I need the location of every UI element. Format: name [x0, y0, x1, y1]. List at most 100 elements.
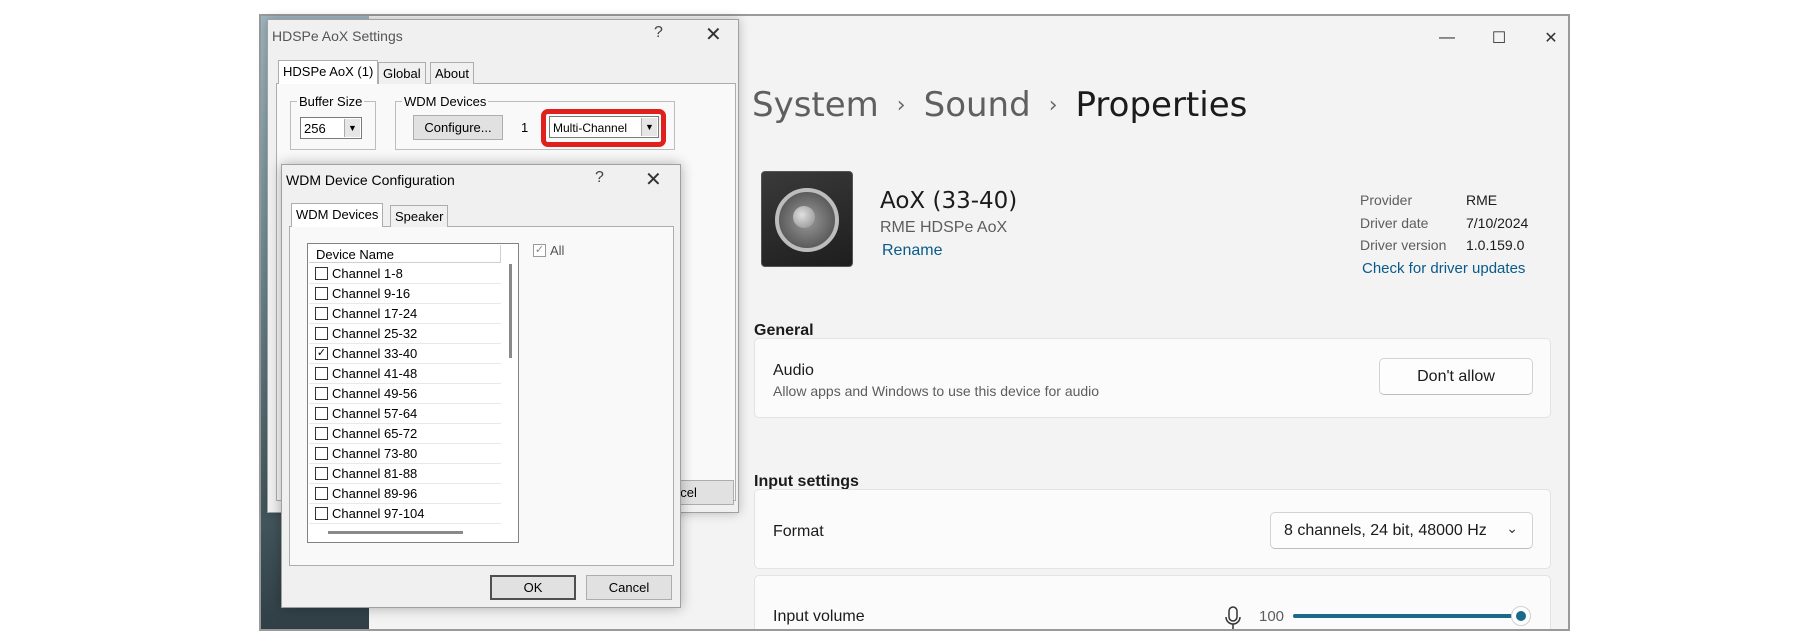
dialog-title: WDM Device Configuration	[286, 172, 455, 188]
vertical-scrollbar[interactable]	[504, 264, 518, 542]
checkbox-icon[interactable]	[315, 387, 328, 400]
list-item[interactable]: Channel 89-96	[309, 484, 501, 504]
checkbox-icon[interactable]	[315, 287, 328, 300]
close-icon[interactable]: ✕	[645, 167, 662, 192]
wdm-devices-label: WDM Devices	[404, 94, 487, 109]
all-label: All	[550, 243, 565, 258]
volume-value: 100	[1259, 608, 1285, 625]
checkbox-icon[interactable]	[315, 507, 328, 520]
dont-allow-button[interactable]: Don't allow	[1379, 358, 1533, 395]
audio-card: Audio Allow apps and Windows to use this…	[754, 338, 1551, 418]
rename-link[interactable]: Rename	[882, 242, 942, 260]
provider-value: RME	[1466, 192, 1498, 208]
list-item[interactable]: Channel 81-88	[309, 464, 501, 484]
device-name: AoX (33-40)	[880, 188, 1018, 214]
checkbox-icon[interactable]	[315, 487, 328, 500]
check-driver-updates-link[interactable]: Check for driver updates	[1362, 260, 1525, 277]
checkbox-icon[interactable]	[315, 407, 328, 420]
speaker-icon	[761, 171, 853, 267]
horizontal-scrollbar[interactable]	[328, 531, 463, 534]
device-list[interactable]: Device Name Channel 1-8 Channel 9-16 Chann…	[307, 243, 519, 543]
volume-slider[interactable]	[1293, 606, 1531, 626]
volume-slider-fill	[1293, 614, 1521, 618]
driver-version-label: Driver version	[1360, 237, 1447, 253]
checkbox-icon[interactable]	[315, 427, 328, 440]
tab-speaker[interactable]: Speaker	[390, 205, 449, 227]
volume-slider-thumb[interactable]	[1511, 606, 1531, 626]
channel-label: Channel 17-24	[332, 306, 418, 321]
channel-label: Channel 49-56	[332, 386, 418, 401]
maximize-icon[interactable]: ☐	[1476, 22, 1522, 54]
volume-card: Input volume	[754, 575, 1551, 629]
help-icon[interactable]: ?	[595, 169, 604, 187]
format-label: Format	[773, 523, 824, 540]
checkbox-icon[interactable]	[315, 447, 328, 460]
list-item[interactable]: Channel 17-24	[309, 304, 501, 324]
driver-date-value: 7/10/2024	[1466, 215, 1529, 231]
all-checkbox[interactable]: ✓ All	[533, 243, 564, 258]
checkbox-icon[interactable]	[315, 267, 328, 280]
channel-label: Channel 33-40	[332, 346, 418, 361]
channel-label: Channel 65-72	[332, 426, 418, 441]
audio-description: Allow apps and Windows to use this devic…	[773, 383, 1100, 399]
close-icon[interactable]: ✕	[705, 22, 722, 47]
microphone-icon	[1225, 606, 1241, 629]
tab-global[interactable]: Global	[378, 62, 426, 84]
highlight-annotation	[541, 109, 666, 147]
breadcrumb-sound[interactable]: Sound	[924, 85, 1031, 125]
channel-label: Channel 25-32	[332, 326, 418, 341]
list-item[interactable]: Channel 25-32	[309, 324, 501, 344]
chevron-right-icon: ›	[1048, 92, 1058, 118]
dropdown-arrow-icon[interactable]: ▼	[344, 119, 360, 137]
channel-label: Channel 97-104	[332, 506, 425, 521]
driver-version-value: 1.0.159.0	[1466, 237, 1525, 253]
device-name-column-header[interactable]: Device Name	[309, 245, 501, 263]
scrollbar-thumb[interactable]	[509, 264, 512, 358]
dialog-title: HDSPe AoX Settings	[272, 28, 403, 44]
format-card: Format 8 channels, 24 bit, 48000 Hz ⌄	[754, 489, 1551, 569]
list-item[interactable]: Channel 65-72	[309, 424, 501, 444]
close-icon[interactable]: ✕	[1528, 22, 1568, 54]
cancel-button[interactable]: Cancel	[586, 575, 672, 600]
channel-label: Channel 41-48	[332, 366, 418, 381]
tab-about[interactable]: About	[430, 62, 474, 84]
list-item[interactable]: Channel 41-48	[309, 364, 501, 384]
channel-label: Channel 81-88	[332, 466, 418, 481]
provider-label: Provider	[1360, 192, 1413, 208]
tab-wdm-devices[interactable]: WDM Devices	[291, 203, 384, 227]
audio-title: Audio	[773, 362, 814, 379]
checkbox-icon[interactable]	[315, 307, 328, 320]
checkbox-icon[interactable]	[315, 367, 328, 380]
configure-button[interactable]: Configure...	[413, 115, 503, 140]
channel-label: Channel 89-96	[332, 486, 418, 501]
format-dropdown[interactable]: 8 channels, 24 bit, 48000 Hz ⌄	[1270, 512, 1533, 549]
checkbox-checked-icon[interactable]: ✓	[315, 347, 328, 360]
ok-button[interactable]: OK	[490, 575, 576, 600]
list-item[interactable]: Channel 9-16	[309, 284, 501, 304]
page-title: Properties	[1075, 85, 1248, 125]
channel-label: Channel 1-8	[332, 266, 403, 281]
list-item[interactable]: Channel 73-80	[309, 444, 501, 464]
chevron-down-icon: ⌄	[1506, 520, 1518, 536]
wdm-config-dialog: WDM Device Configuration ? ✕ WDM Devices…	[281, 164, 681, 608]
channel-label: Channel 57-64	[332, 406, 418, 421]
breadcrumb: System › Sound › Properties	[752, 85, 1247, 125]
list-item[interactable]: Channel 1-8	[309, 264, 501, 284]
checkbox-icon[interactable]	[315, 327, 328, 340]
wdm-device-count: 1	[521, 120, 529, 135]
checkbox-icon[interactable]	[315, 467, 328, 480]
list-item[interactable]: ✓ Channel 33-40	[309, 344, 501, 364]
device-model: RME HDSPe AoX	[880, 219, 1008, 236]
driver-date-label: Driver date	[1360, 215, 1429, 231]
format-value: 8 channels, 24 bit, 48000 Hz	[1284, 521, 1487, 539]
breadcrumb-system[interactable]: System	[752, 85, 879, 125]
minimize-icon[interactable]: —	[1424, 22, 1470, 54]
buffer-size-select[interactable]: 256 ▼	[300, 117, 362, 139]
tab-hdspe-aox[interactable]: HDSPe AoX (1)	[278, 60, 379, 84]
input-volume-label: Input volume	[773, 608, 865, 625]
list-item[interactable]: Channel 57-64	[309, 404, 501, 424]
list-item[interactable]: Channel 97-104	[309, 504, 501, 524]
checkbox-icon: ✓	[533, 244, 546, 257]
help-icon[interactable]: ?	[654, 24, 663, 42]
list-item[interactable]: Channel 49-56	[309, 384, 501, 404]
